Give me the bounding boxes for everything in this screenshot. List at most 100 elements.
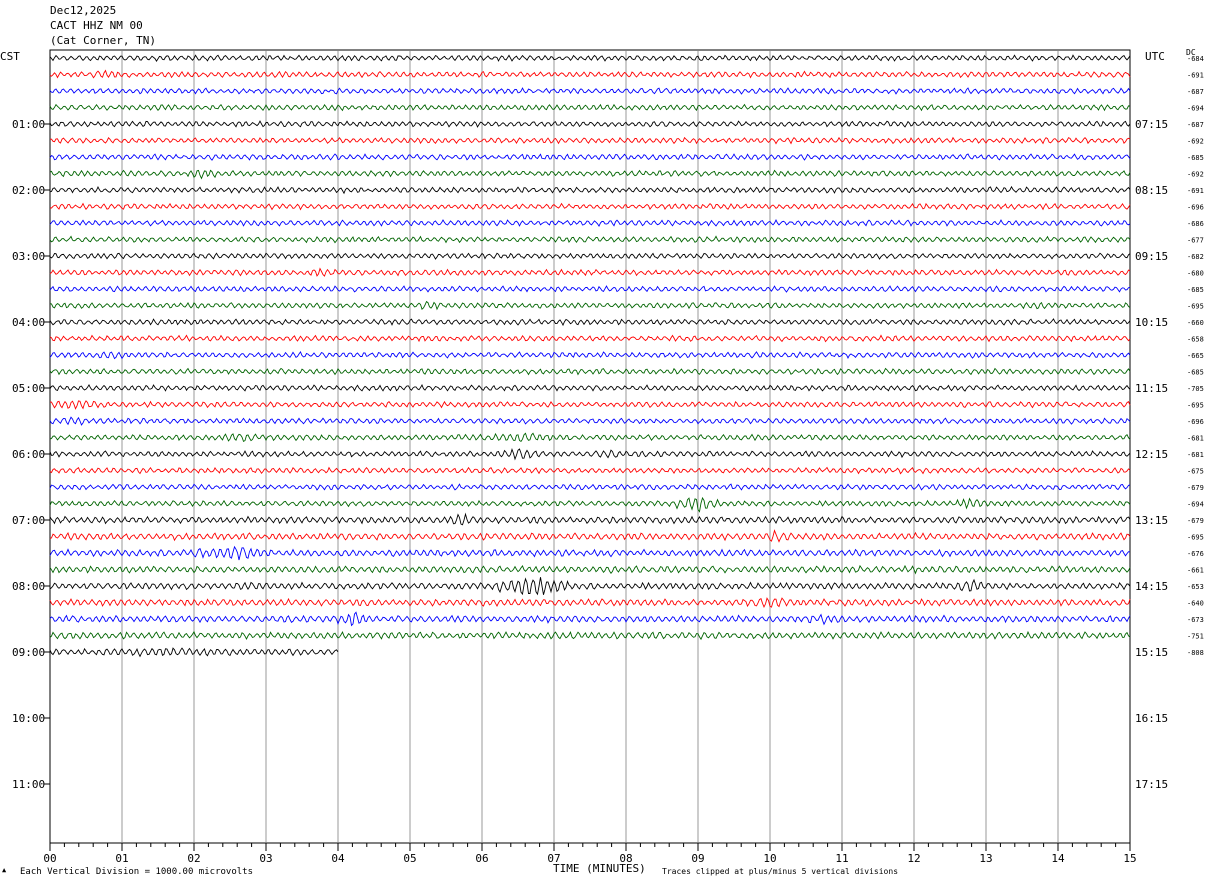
right-hour-label: 17:15	[1135, 778, 1168, 791]
left-hour-label: 10:00	[12, 712, 45, 725]
dc-offset-label: -687	[1187, 88, 1204, 96]
left-hour-label: 08:00	[12, 580, 45, 593]
grid	[44, 49, 1131, 851]
seismic-trace	[49, 318, 1131, 327]
dc-offset-label: -692	[1187, 171, 1204, 179]
dc-offset-label: -692	[1187, 138, 1204, 146]
dc-offset-label: -640	[1187, 600, 1204, 608]
left-hour-label: 01:00	[12, 118, 45, 131]
left-hour-label: 04:00	[12, 316, 45, 329]
seismic-trace	[49, 334, 1131, 343]
x-tick-label: 04	[331, 852, 345, 865]
x-tick-label: 15	[1123, 852, 1136, 865]
right-hour-label: 09:15	[1135, 250, 1168, 263]
right-hour-label: 16:15	[1135, 712, 1168, 725]
right-hour-label: 07:15	[1135, 118, 1168, 131]
right-hour-label: 11:15	[1135, 382, 1168, 395]
left-hour-label: 05:00	[12, 382, 45, 395]
seismic-trace	[49, 416, 1131, 426]
seismic-trace	[49, 630, 1131, 641]
dc-offset-label: -808	[1187, 649, 1204, 657]
dc-offset-label: -679	[1187, 484, 1204, 492]
seismic-trace	[49, 300, 1131, 311]
seismic-trace	[49, 512, 1131, 526]
x-tick-label: 13	[979, 852, 992, 865]
seismic-trace	[49, 218, 1131, 228]
dc-offset-label: -681	[1187, 451, 1204, 459]
traces	[49, 54, 1131, 658]
scale-note: Each Vertical Division = 1000.00 microvo…	[20, 867, 253, 877]
seismic-trace	[49, 447, 1131, 461]
dc-offset-label: -684	[1187, 55, 1204, 63]
dc-offset-label: -691	[1187, 72, 1204, 80]
dc-offset-label: -679	[1187, 517, 1204, 525]
dc-offset-label: -681	[1187, 435, 1204, 443]
seismic-trace	[49, 54, 1131, 62]
seismic-trace	[50, 400, 1131, 410]
x-tick-label: 00	[43, 852, 56, 865]
x-tick-label: 11	[835, 852, 848, 865]
dc-offset-label: -691	[1187, 187, 1204, 195]
seismic-trace	[49, 285, 1131, 293]
seismic-trace	[49, 611, 1131, 627]
dc-offset-label: -696	[1187, 418, 1204, 426]
x-tick-label: 06	[475, 852, 488, 865]
x-tick-label: 14	[1051, 852, 1065, 865]
dc-offset-label: -685	[1187, 154, 1204, 162]
seismic-trace	[49, 69, 1131, 79]
x-axis-title: TIME (MINUTES)	[553, 862, 646, 875]
left-hour-label: 03:00	[12, 250, 45, 263]
x-tick-label: 12	[907, 852, 920, 865]
right-hour-label: 10:15	[1135, 316, 1168, 329]
seismic-trace	[49, 483, 1131, 491]
dc-offset-label: -653	[1187, 583, 1204, 591]
dc-offset-label: -685	[1187, 369, 1204, 377]
seismic-trace	[49, 103, 1131, 112]
right-hour-label: 08:15	[1135, 184, 1168, 197]
seismic-trace	[49, 577, 1131, 596]
seismic-trace	[49, 153, 1131, 161]
dc-offset-label: -673	[1187, 616, 1204, 624]
dc-offset-label: -661	[1187, 567, 1204, 575]
dc-offset-label: -705	[1187, 385, 1204, 393]
seismic-trace	[49, 466, 1131, 475]
right-hour-label: 13:15	[1135, 514, 1168, 527]
right-hour-label: 14:15	[1135, 580, 1168, 593]
dc-offset-label: -694	[1187, 105, 1204, 113]
x-tick-label: 10	[763, 852, 776, 865]
left-hour-label: 07:00	[12, 514, 45, 527]
x-tick-label: 01	[115, 852, 128, 865]
helicorder-chart: 00 01 02 03 04 05 06 07 08 09 10 11 12 13 14 1501:0002:…	[12, 49, 1204, 865]
right-hour-label: 15:15	[1135, 646, 1168, 659]
seismic-trace	[49, 136, 1131, 145]
x-tick-label: 02	[187, 852, 200, 865]
seismic-trace	[49, 120, 1131, 128]
dc-offset-label: -694	[1187, 501, 1204, 509]
dc-offset-label: -665	[1187, 352, 1204, 360]
seismic-trace	[49, 87, 1131, 95]
seismic-trace	[49, 597, 1131, 608]
dc-offset-label: -677	[1187, 237, 1204, 245]
seismic-trace	[49, 235, 1131, 244]
seismic-trace	[49, 350, 1131, 360]
dc-offset-label: -676	[1187, 550, 1204, 558]
plot-frame	[49, 49, 1131, 844]
left-hour-label: 02:00	[12, 184, 45, 197]
seismic-trace	[49, 529, 1131, 543]
dc-offset-label: -687	[1187, 121, 1204, 129]
seismic-trace	[49, 545, 1131, 561]
right-hour-label: 12:15	[1135, 448, 1168, 461]
dc-offset-label: -696	[1187, 204, 1204, 212]
axis-labels: 00 01 02 03 04 05 06 07 08 09 10 11 12 13 14 1501:0002:…	[12, 55, 1204, 865]
left-hour-label: 09:00	[12, 646, 45, 659]
x-tick-label: 03	[259, 852, 272, 865]
clip-note: Traces clipped at plus/minus 5 vertical …	[662, 867, 899, 876]
dc-offset-label: -695	[1187, 303, 1204, 311]
seismic-trace	[49, 367, 1131, 376]
dc-offset-label: -695	[1187, 402, 1204, 410]
logo-mark: ▲	[2, 866, 7, 874]
dc-offset-label: -751	[1187, 633, 1204, 641]
dc-offset-label: -695	[1187, 534, 1204, 542]
left-hour-label: 11:00	[12, 778, 45, 791]
seismic-trace	[49, 252, 1131, 260]
